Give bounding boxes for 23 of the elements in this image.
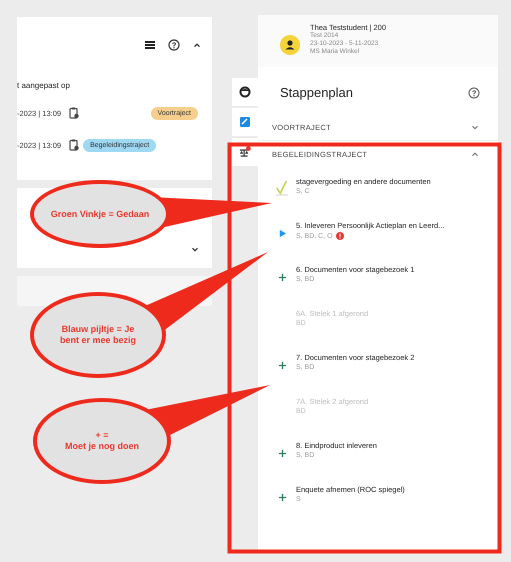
clipboard-icon <box>69 107 80 119</box>
list-icon[interactable] <box>144 39 156 51</box>
plus-icon <box>278 493 286 502</box>
checkbox-icon <box>239 116 251 128</box>
tab[interactable] <box>232 78 258 106</box>
plus-icon <box>278 361 286 370</box>
scale-icon <box>239 146 251 158</box>
avatar-icon <box>280 35 300 55</box>
help-icon[interactable] <box>168 39 180 51</box>
play-icon <box>278 229 286 238</box>
circle-icon <box>239 86 251 98</box>
callout-text: Moet je nog doen <box>65 441 139 452</box>
checkmark-icon <box>275 179 289 197</box>
callout-text: Blauw pijltje = Je <box>62 324 134 335</box>
clipboard-icon <box>69 139 80 151</box>
updated-label: t aangepast op <box>17 81 71 90</box>
help-icon[interactable] <box>468 86 480 98</box>
panel-title: Stappenplan <box>280 85 354 100</box>
callout-text: + = <box>95 430 108 441</box>
plus-icon <box>278 449 286 458</box>
plus-icon <box>278 273 286 282</box>
callout-text: Groen Vinkje = Gedaan <box>50 208 150 220</box>
callout-text: bent er mee bezig <box>60 335 136 346</box>
